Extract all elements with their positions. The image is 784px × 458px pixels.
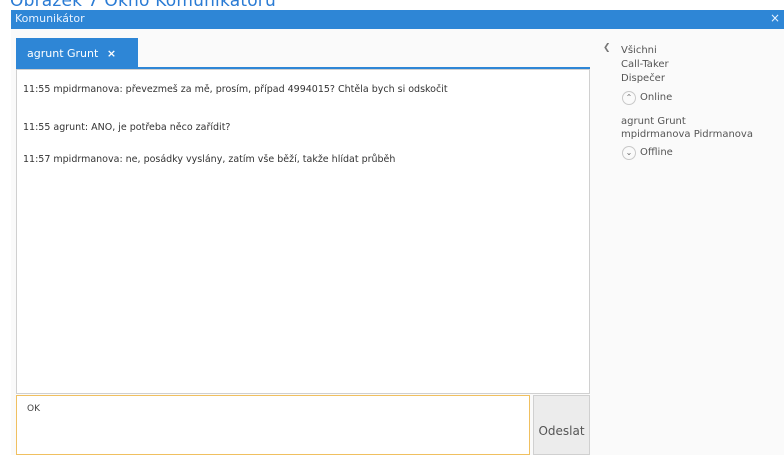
- chevron-down-icon[interactable]: ⌄: [622, 146, 636, 160]
- group-offline-label[interactable]: Offline: [640, 147, 673, 158]
- message-history: 11:55 mpidrmanova: převezmeš za mě, pros…: [16, 69, 590, 394]
- chat-tab-bar: agrunt Grunt ×: [16, 38, 590, 69]
- chat-message: 11:55 mpidrmanova: převezmeš za mě, pros…: [23, 84, 448, 95]
- tab-close-icon[interactable]: ×: [107, 47, 116, 60]
- filter-all[interactable]: Všichni: [621, 45, 657, 56]
- window-close-icon[interactable]: ×: [770, 11, 780, 25]
- chevron-up-icon[interactable]: ⌃: [622, 91, 636, 105]
- window-titlebar: Komunikátor ×: [11, 10, 784, 29]
- filter-call-taker[interactable]: Call-Taker: [621, 59, 669, 70]
- chat-message: 11:55 agrunt: ANO, je potřeba něco zaříd…: [23, 122, 231, 133]
- window-title: Komunikátor: [15, 12, 85, 25]
- user-list-sidebar: ❮ Všichni Call-Taker Dispečer ⌃ Online a…: [603, 43, 784, 243]
- group-online-label[interactable]: Online: [640, 92, 672, 103]
- tab-agrunt-grunt[interactable]: agrunt Grunt ×: [16, 38, 138, 67]
- user-item[interactable]: mpidrmanova Pidrmanova: [621, 129, 753, 140]
- tab-label: agrunt Grunt: [27, 47, 99, 60]
- filter-dispatcher[interactable]: Dispečer: [621, 73, 665, 84]
- message-input[interactable]: OK: [17, 396, 529, 454]
- chevron-left-icon[interactable]: ❮: [603, 43, 611, 53]
- send-button[interactable]: Odeslat: [533, 395, 590, 455]
- message-compose: OK: [16, 395, 530, 455]
- chat-message: 11:57 mpidrmanova: ne, posádky vyslány, …: [23, 154, 396, 165]
- user-item[interactable]: agrunt Grunt: [621, 116, 686, 127]
- communicator-panel: agrunt Grunt × 11:55 mpidrmanova: převez…: [11, 29, 784, 455]
